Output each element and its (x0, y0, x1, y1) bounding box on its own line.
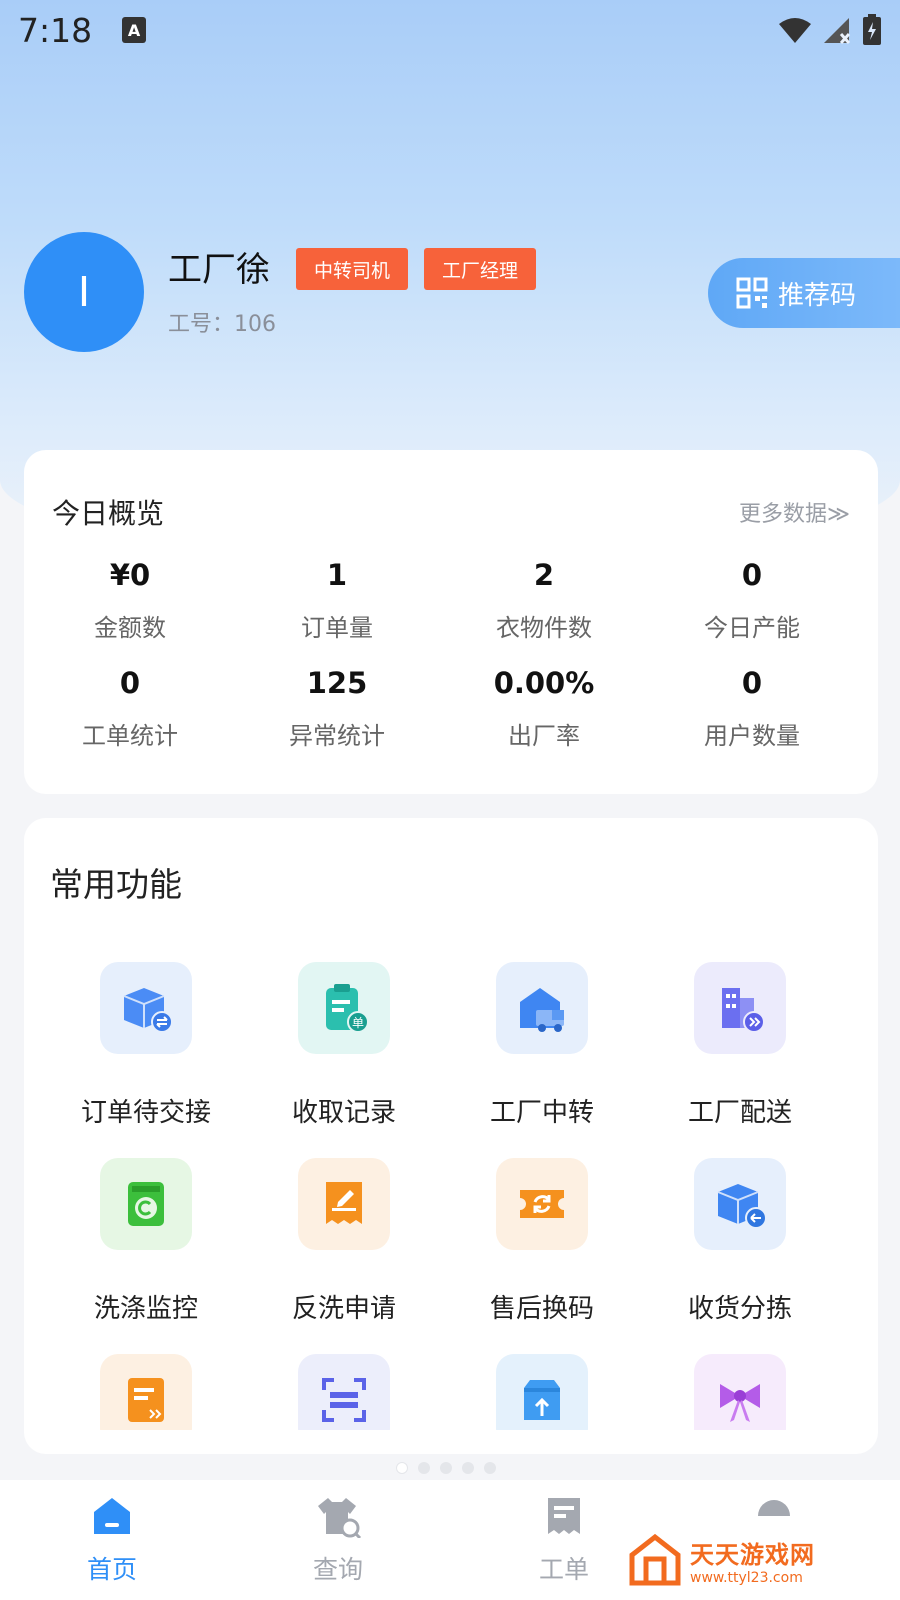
stat-value: ¥0 (109, 558, 151, 592)
watermark-url: www.ttyl23.com (690, 1569, 803, 1586)
document-forward-icon (100, 1354, 192, 1430)
fn-receive-sorting[interactable]: 收货分拣 (640, 1158, 840, 1325)
referral-code-button[interactable]: 推荐码 (708, 258, 900, 328)
watermark-name: 天天游戏网 (690, 1540, 815, 1569)
fn-label: 收取记录 (291, 1098, 396, 1128)
stat-value: 0 (741, 666, 763, 700)
receipt-edit-icon (298, 1158, 390, 1250)
page-dot[interactable] (396, 1462, 408, 1474)
fn-label: 售后换码 (489, 1294, 594, 1324)
box-handover-icon (100, 962, 192, 1054)
status-bar: 7:18 A (0, 0, 900, 60)
fn-label: 反洗申请 (291, 1294, 396, 1324)
nav-home[interactable]: 首页 (32, 1494, 192, 1586)
profile-section: I 工厂徐 中转司机 工厂经理 工号：106 推荐码 (24, 232, 900, 352)
washing-machine-icon (100, 1158, 192, 1250)
profile-icon (758, 1500, 790, 1516)
role-badge-factory-manager: 工厂经理 (424, 248, 537, 290)
home-icon (94, 1498, 130, 1534)
upload-box-icon (496, 1354, 588, 1430)
role-badge-transit-driver: 中转司机 (296, 248, 409, 290)
page-indicator (396, 1462, 496, 1474)
cellular-signal-icon (824, 18, 851, 44)
fn-scan[interactable] (244, 1354, 444, 1430)
wifi-icon (779, 18, 811, 43)
fn-factory-delivery[interactable]: 工厂配送 (640, 962, 840, 1129)
status-time: 7:18 (18, 10, 93, 50)
stat-value: 0.00% (493, 666, 595, 700)
more-data-link[interactable]: 更多数据≫ (739, 496, 850, 528)
nav-label: 首页 (86, 1555, 137, 1584)
fn-label: 收货分拣 (687, 1294, 792, 1324)
shirt-search-icon (318, 1498, 362, 1540)
clipboard-icon: 单 (298, 962, 390, 1054)
keyboard-indicator-icon: A (122, 17, 147, 43)
stat-dispatch-rate[interactable]: 0.00% 出厂率 (438, 666, 650, 751)
stat-work-orders[interactable]: 0 工单统计 (24, 666, 236, 751)
fn-label: 工厂配送 (687, 1098, 792, 1128)
fn-upload-box[interactable] (442, 1354, 642, 1430)
ticket-exchange-icon (496, 1158, 588, 1250)
fn-rewash-request[interactable]: 反洗申请 (244, 1158, 444, 1325)
fn-label: 工厂中转 (489, 1098, 594, 1128)
scan-icon (298, 1354, 390, 1430)
nav-profile[interactable] (694, 1494, 854, 1528)
stat-label: 用户数量 (704, 722, 800, 750)
stat-order-count[interactable]: 1 订单量 (231, 558, 443, 643)
fn-collection-records[interactable]: 单 收取记录 (244, 962, 444, 1129)
stat-label: 金额数 (94, 614, 166, 642)
stat-label: 异常统计 (289, 722, 385, 750)
stat-value: 1 (326, 558, 348, 592)
gift-bow-icon (694, 1354, 786, 1430)
stat-amount[interactable]: ¥0 金额数 (24, 558, 236, 643)
stat-value: 125 (306, 666, 368, 700)
nav-label: 查询 (312, 1555, 363, 1584)
stat-exceptions[interactable]: 125 异常统计 (231, 666, 443, 751)
fn-gift[interactable] (640, 1354, 840, 1430)
page-dot[interactable] (484, 1462, 496, 1474)
page-dot[interactable] (440, 1462, 452, 1474)
qr-code-icon (736, 277, 768, 309)
box-receive-icon (694, 1158, 786, 1250)
stat-value: 0 (741, 558, 763, 592)
nav-work-order[interactable]: 工单 (484, 1494, 644, 1586)
stat-user-count[interactable]: 0 用户数量 (646, 666, 858, 751)
ticket-icon (548, 1498, 580, 1534)
stat-label: 衣物件数 (496, 614, 592, 642)
user-name: 工厂徐 (168, 250, 270, 290)
watermark-logo: 天天游戏网 www.ttyl23.com (628, 1530, 858, 1590)
fn-aftersale-code-exchange[interactable]: 售后换码 (442, 1158, 642, 1325)
fn-washing-monitor[interactable]: 洗涤监控 (46, 1158, 246, 1325)
today-overview-card: 今日概览 更多数据≫ ¥0 金额数 1 订单量 2 衣物件数 0 今日产能 0 … (24, 450, 878, 794)
nav-label: 工单 (538, 1555, 589, 1584)
employee-id: 工号：106 (168, 312, 276, 337)
warehouse-truck-icon (496, 962, 588, 1054)
stat-value: 0 (119, 666, 141, 700)
stat-label: 订单量 (301, 614, 373, 642)
fn-factory-transit[interactable]: 工厂中转 (442, 962, 642, 1129)
svg-text:单: 单 (352, 1016, 364, 1030)
avatar[interactable]: I (24, 232, 144, 352)
stat-label: 今日产能 (704, 614, 800, 642)
nav-search[interactable]: 查询 (258, 1494, 418, 1586)
referral-code-label: 推荐码 (778, 280, 857, 311)
page-dot[interactable] (418, 1462, 430, 1474)
fn-label: 订单待交接 (80, 1098, 211, 1128)
building-delivery-icon (694, 962, 786, 1054)
battery-icon (863, 14, 881, 45)
page-dot[interactable] (462, 1462, 474, 1474)
stat-garment-count[interactable]: 2 衣物件数 (438, 558, 650, 643)
stat-label: 工单统计 (82, 722, 178, 750)
stat-label: 出厂率 (508, 722, 580, 750)
stat-daily-capacity[interactable]: 0 今日产能 (646, 558, 858, 643)
fn-label: 洗涤监控 (93, 1294, 198, 1324)
common-functions-card: 常用功能 订单待交接 单 收取记录 工厂中转 工厂配送 洗涤监控 反洗申请 售后… (24, 818, 878, 1454)
stat-value: 2 (533, 558, 555, 592)
fn-order-handover[interactable]: 订单待交接 (46, 962, 246, 1129)
overview-title: 今日概览 (52, 497, 165, 530)
fn-document-forward[interactable] (46, 1354, 246, 1430)
house-logo-icon (629, 1533, 681, 1586)
